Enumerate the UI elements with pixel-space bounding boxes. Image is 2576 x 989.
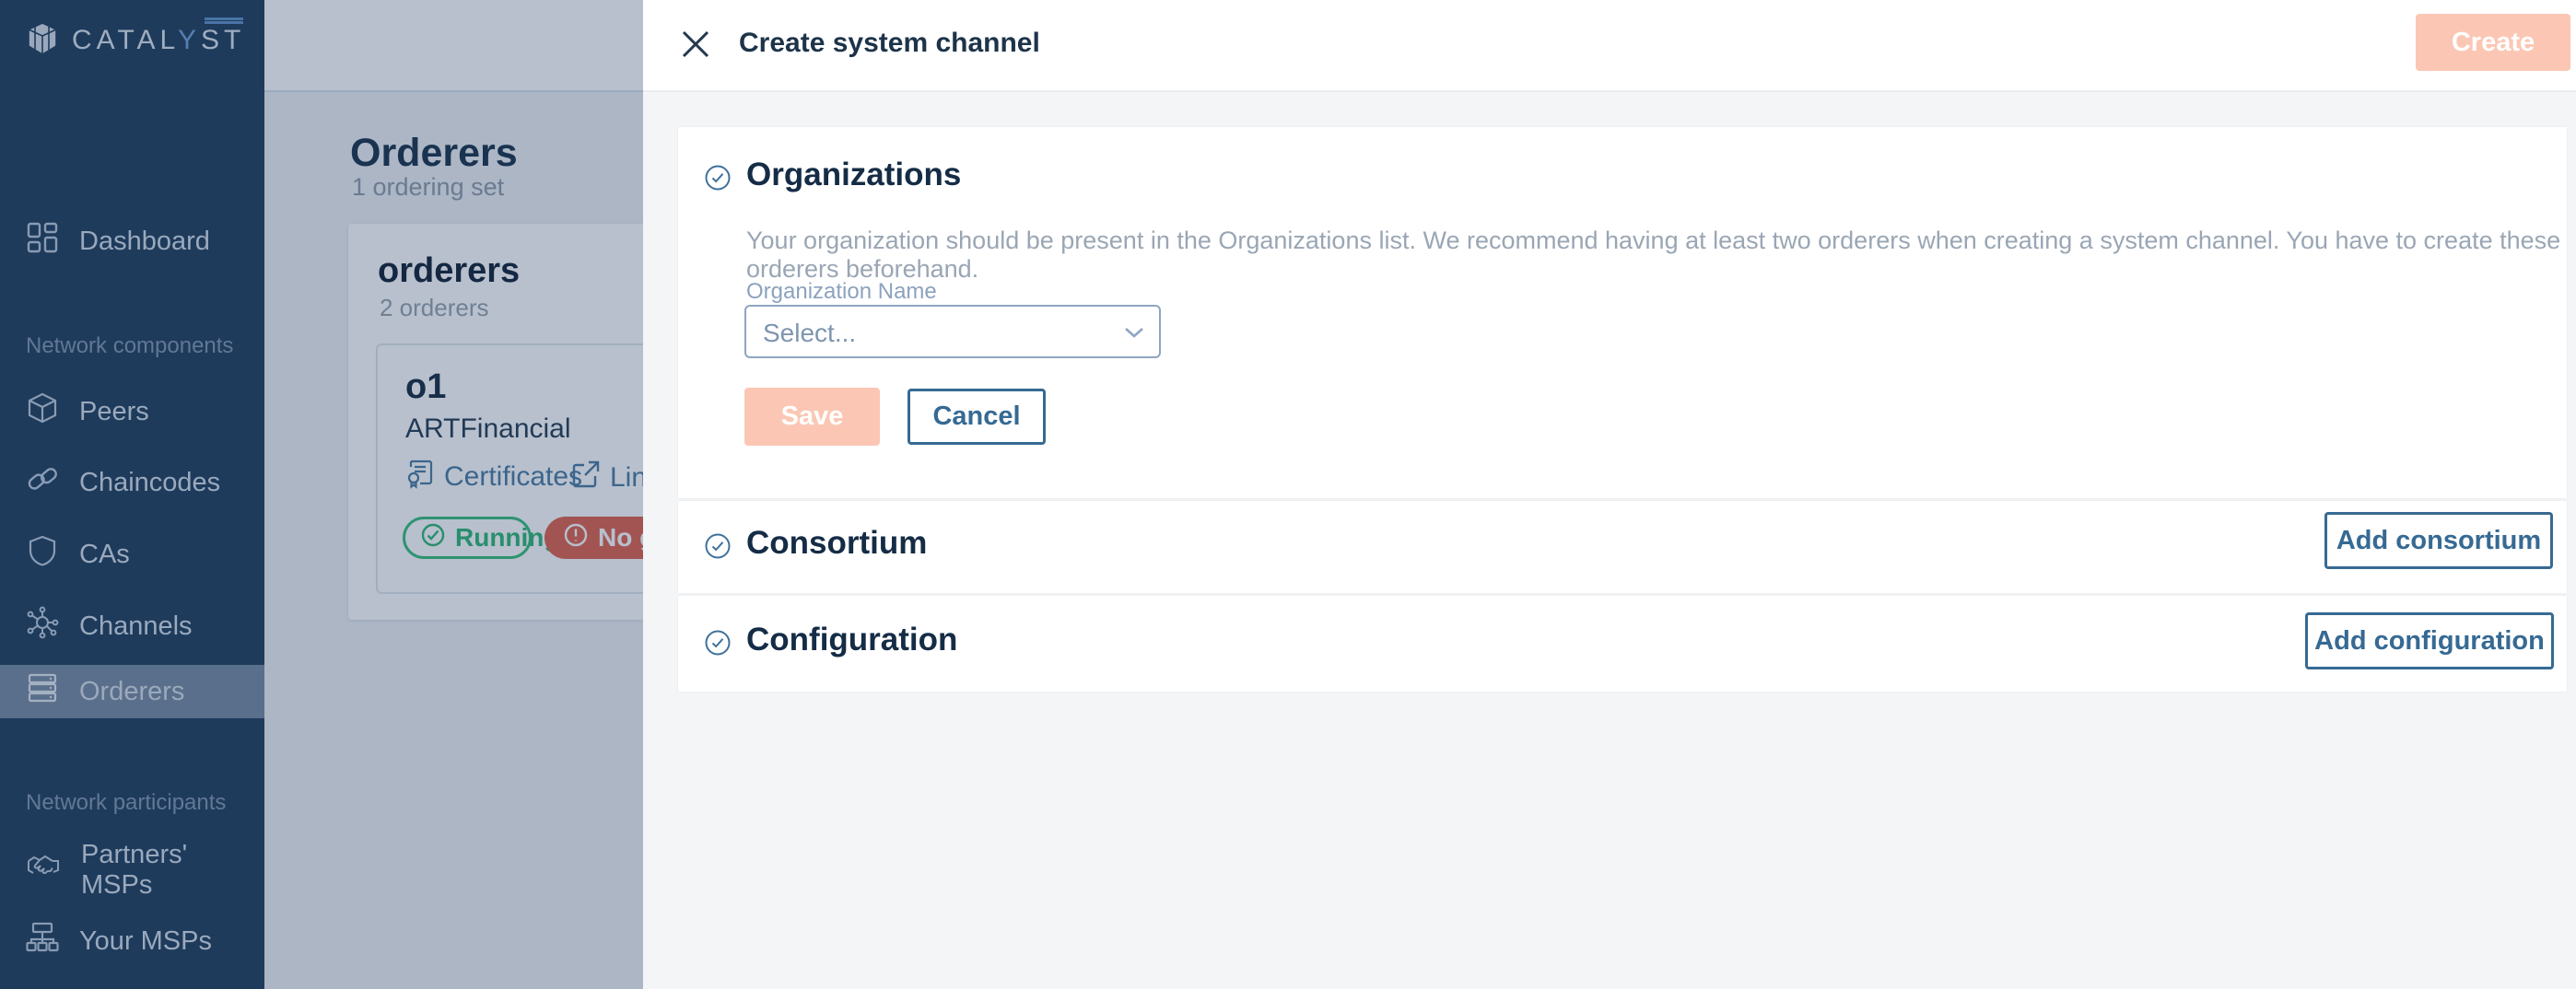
save-button[interactable]: Save	[744, 388, 880, 446]
section-check-icon	[704, 532, 732, 564]
screen: CATALYST ‹ Dashboard Network components …	[0, 0, 2576, 989]
section-check-icon	[704, 629, 732, 661]
create-system-channel-drawer: Create system channel Create Organizatio…	[643, 0, 2576, 989]
cancel-button[interactable]: Cancel	[907, 389, 1046, 445]
organization-name-label: Organization Name	[746, 279, 937, 305]
add-consortium-button[interactable]: Add consortium	[2324, 512, 2553, 569]
chevron-down-icon	[1122, 324, 1146, 345]
organizations-description: Your organization should be present in t…	[746, 227, 2567, 284]
configuration-section: Configuration Add configuration	[678, 596, 2567, 692]
organizations-section: Organizations Your organization should b…	[678, 127, 2567, 498]
configuration-heading: Configuration	[746, 622, 957, 658]
section-check-icon	[704, 164, 732, 196]
organization-name-select[interactable]: Select...	[744, 305, 1161, 358]
drawer-title: Create system channel	[739, 28, 1040, 59]
close-icon[interactable]	[678, 28, 713, 63]
create-button[interactable]: Create	[2416, 14, 2570, 71]
consortium-section: Consortium Add consortium	[678, 501, 2567, 593]
select-placeholder: Select...	[763, 319, 856, 348]
organizations-heading: Organizations	[746, 157, 961, 193]
consortium-heading: Consortium	[746, 525, 927, 562]
drawer-header: Create system channel Create	[643, 0, 2576, 92]
add-configuration-button[interactable]: Add configuration	[2305, 612, 2554, 669]
